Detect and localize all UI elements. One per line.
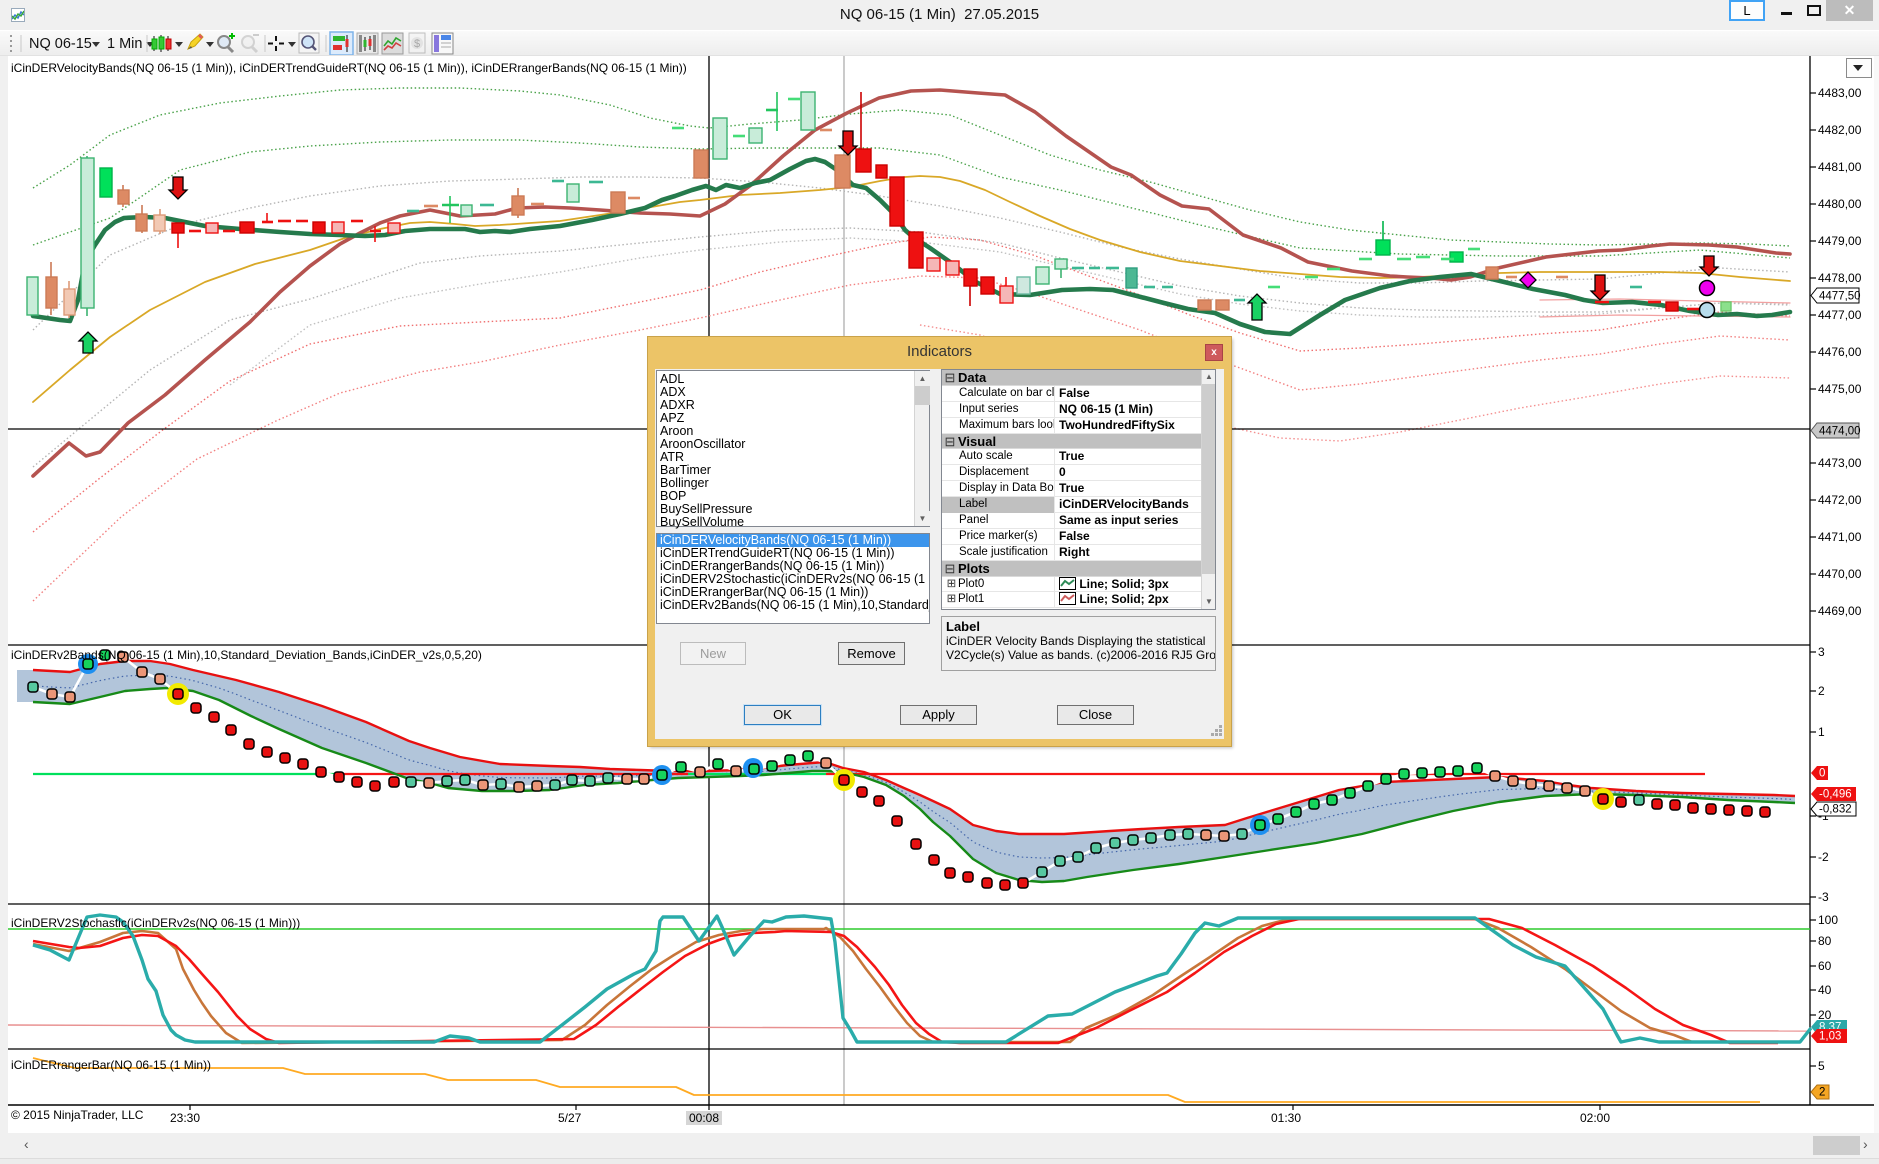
svg-text:4471,00: 4471,00 bbox=[1818, 530, 1862, 544]
svg-text:5: 5 bbox=[1818, 1059, 1825, 1073]
svg-text:4477,50: 4477,50 bbox=[1819, 291, 1861, 303]
svg-text:2: 2 bbox=[1819, 1087, 1825, 1099]
svg-text:2: 2 bbox=[1818, 684, 1825, 698]
svg-text:100: 100 bbox=[1818, 913, 1838, 927]
svg-text:4475,00: 4475,00 bbox=[1818, 382, 1862, 396]
svg-text:40: 40 bbox=[1818, 983, 1832, 997]
svg-text:4470,00: 4470,00 bbox=[1818, 567, 1862, 581]
svg-text:4472,00: 4472,00 bbox=[1818, 493, 1862, 507]
svg-text:1: 1 bbox=[1818, 725, 1825, 739]
svg-text:4481,00: 4481,00 bbox=[1818, 160, 1862, 174]
svg-text:0: 0 bbox=[1819, 768, 1825, 780]
svg-text:-3: -3 bbox=[1818, 890, 1829, 904]
svg-text:60: 60 bbox=[1818, 959, 1832, 973]
svg-text:-2: -2 bbox=[1818, 850, 1829, 864]
svg-text:4478,00: 4478,00 bbox=[1818, 271, 1862, 285]
svg-text:4473,00: 4473,00 bbox=[1818, 456, 1862, 470]
svg-text:20: 20 bbox=[1818, 1008, 1832, 1022]
svg-text:4469,00: 4469,00 bbox=[1818, 604, 1862, 618]
svg-text:4474,00: 4474,00 bbox=[1819, 426, 1861, 438]
svg-text:4483,00: 4483,00 bbox=[1818, 86, 1862, 100]
svg-text:1,03: 1,03 bbox=[1819, 1031, 1841, 1043]
svg-text:-0,832: -0,832 bbox=[1819, 804, 1852, 816]
svg-text:4476,00: 4476,00 bbox=[1818, 345, 1862, 359]
svg-text:-0,496: -0,496 bbox=[1819, 789, 1852, 801]
svg-text:80: 80 bbox=[1818, 934, 1832, 948]
svg-text:3: 3 bbox=[1818, 645, 1825, 659]
svg-text:4480,00: 4480,00 bbox=[1818, 197, 1862, 211]
svg-text:4479,00: 4479,00 bbox=[1818, 234, 1862, 248]
svg-text:4477,00: 4477,00 bbox=[1818, 308, 1862, 322]
svg-text:4482,00: 4482,00 bbox=[1818, 123, 1862, 137]
